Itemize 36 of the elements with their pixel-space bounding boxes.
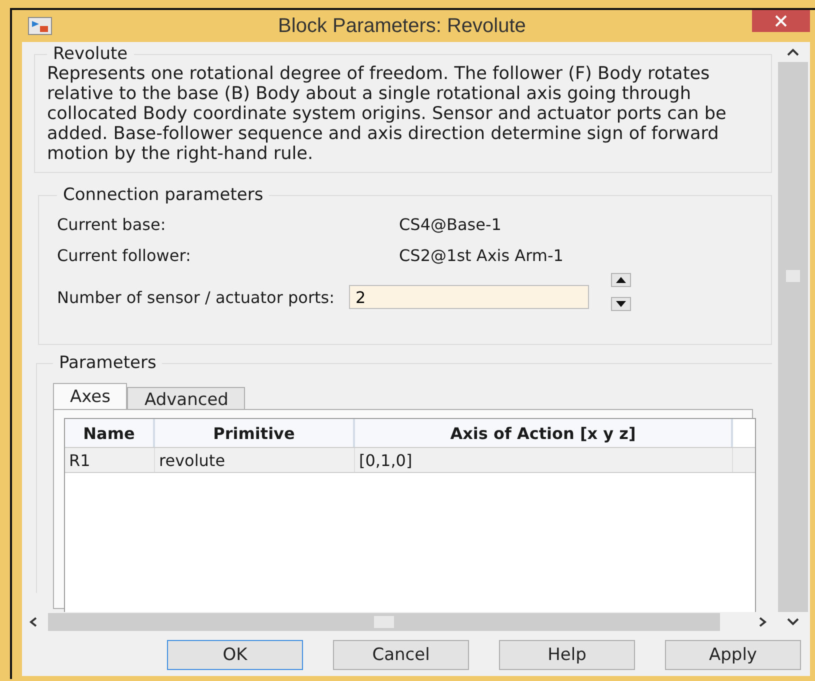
spin-up-button[interactable]	[610, 273, 631, 287]
tab[interactable]: Advanced	[127, 387, 246, 409]
dialog-button[interactable]: OK	[167, 640, 303, 670]
dialog-button[interactable]: Cancel	[333, 640, 469, 670]
vertical-scrollbar[interactable]	[778, 42, 808, 632]
description-text: Represents one rotational degree of freedom. The follower (F) Body rotates relative to the base (B) Body about a single rotational axis going through collocated Body coordinate system origins. Sensor and actuator ports can be added. Base-follower sequence and axis direction determine sign of forward motion by the right-hand rule.	[47, 64, 728, 164]
table-cell: [0,1,0]	[355, 448, 733, 472]
column-header[interactable]: Axis of Action [x y z]	[355, 419, 733, 447]
column-header[interactable]: Name	[65, 419, 155, 447]
tab[interactable]: Axes	[53, 383, 128, 409]
window-title: Block Parameters: Revolute	[277, 14, 527, 38]
scrollbar-thumb[interactable]	[374, 616, 394, 628]
field-value: CS4@Base-1	[399, 215, 502, 234]
ports-input[interactable]: 2	[348, 285, 589, 309]
chevron-up-icon	[787, 47, 799, 57]
field-value: CS2@1st Axis Arm-1	[399, 246, 564, 265]
group-heading: Connection parameters	[63, 185, 264, 205]
field-label: Current follower:	[57, 246, 192, 265]
table-cell: R1	[65, 448, 155, 472]
field-label: Current base:	[57, 215, 167, 234]
table-cell: revolute	[155, 448, 355, 472]
dialog-button[interactable]: Help	[499, 640, 635, 670]
close-button[interactable]	[752, 10, 810, 32]
close-icon	[775, 15, 787, 27]
column-header[interactable]: Primitive	[155, 419, 355, 447]
horizontal-scrollbar[interactable]	[48, 613, 720, 631]
chevron-down-icon	[787, 617, 799, 627]
block-icon	[28, 17, 52, 35]
triangle-up-icon	[616, 277, 626, 283]
group-heading: Parameters	[59, 353, 156, 373]
spin-down-button[interactable]	[610, 297, 631, 311]
field-label: Number of sensor / actuator ports:	[57, 288, 335, 306]
group-heading: Revolute	[53, 44, 128, 64]
triangle-down-icon	[616, 301, 626, 307]
dialog-button[interactable]: Apply	[665, 640, 801, 670]
scrollbar-thumb[interactable]	[786, 270, 800, 282]
